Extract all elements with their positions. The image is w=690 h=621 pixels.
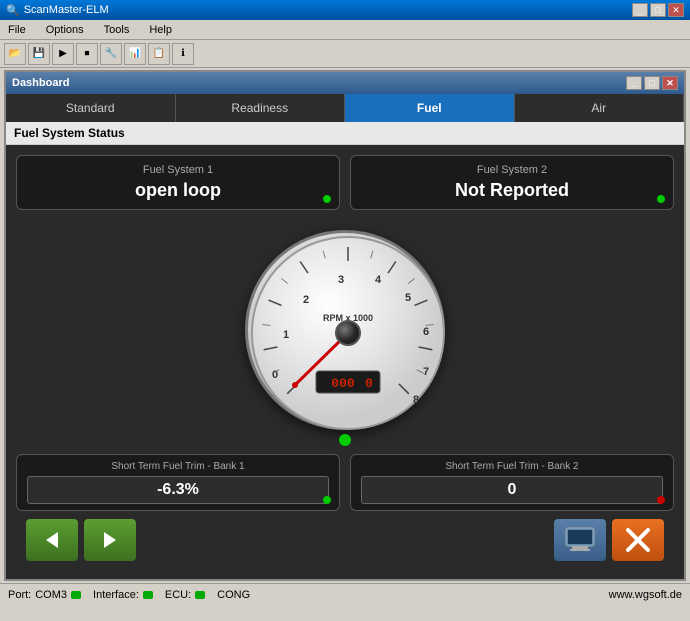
ecu-label: ECU:	[165, 589, 191, 601]
nav-buttons	[26, 519, 136, 561]
gauge-needle-tip	[292, 382, 298, 388]
main-content: Fuel System 1 open loop Fuel System 2 No…	[6, 145, 684, 579]
trim-row: Short Term Fuel Trim - Bank 1 -6.3% Shor…	[16, 454, 674, 511]
action-buttons	[554, 519, 664, 561]
title-bar: 🔍 ScanMaster-ELM _ □ ✕	[0, 0, 690, 20]
trim-bank1-label: Short Term Fuel Trim - Bank 1	[27, 461, 329, 472]
fuel-system-2-value: Not Reported	[363, 180, 661, 201]
dashboard-window: Dashboard _ □ ✕ Standard Readiness Fuel …	[4, 70, 686, 581]
title-bar-buttons: _ □ ✕	[632, 3, 684, 17]
digital-display-text: 000	[331, 376, 355, 391]
trim-bank1-inner: -6.3%	[27, 476, 329, 504]
dash-minimize-btn[interactable]: _	[626, 76, 642, 90]
fuel-system-1-box: Fuel System 1 open loop	[16, 155, 340, 210]
menu-tools[interactable]: Tools	[100, 24, 134, 36]
fuel-system-2-box: Fuel System 2 Not Reported	[350, 155, 674, 210]
app-icon: 🔍	[6, 4, 20, 17]
dashboard-title: Dashboard	[12, 77, 69, 89]
forward-button[interactable]	[84, 519, 136, 561]
status-left: Port: COM3 Interface: ECU: CONG	[8, 589, 250, 601]
gauge-num-4: 4	[375, 274, 382, 286]
tab-standard[interactable]: Standard	[6, 94, 176, 122]
status-ecu: ECU:	[165, 589, 205, 601]
monitor-icon	[564, 526, 596, 554]
gauge-circle: RPM x 1000 0 1 2 3 4 5 6 7 8	[245, 230, 445, 430]
toolbar: 📂 💾 ▶ ⏹ 🔧 📊 📋 ℹ	[0, 40, 690, 68]
gauge-num-5: 5	[405, 292, 411, 304]
exit-button[interactable]	[612, 519, 664, 561]
gauge-svg: RPM x 1000 0 1 2 3 4 5 6 7 8	[248, 233, 448, 433]
port-indicator	[71, 591, 81, 599]
cong-text: CONG	[217, 589, 250, 601]
back-button[interactable]	[26, 519, 78, 561]
toolbar-btn-5[interactable]: 🔧	[100, 43, 122, 65]
digital-display-zero: 0	[365, 376, 373, 391]
close-x-icon	[624, 526, 652, 554]
trim-bank2-box: Short Term Fuel Trim - Bank 2 0	[350, 454, 674, 511]
fuel-system-2-indicator	[657, 195, 665, 203]
monitor-button[interactable]	[554, 519, 606, 561]
app-title: ScanMaster-ELM	[24, 4, 109, 16]
toolbar-btn-4[interactable]: ⏹	[76, 43, 98, 65]
interface-indicator	[143, 591, 153, 599]
minimize-button[interactable]: _	[632, 3, 648, 17]
toolbar-btn-8[interactable]: ℹ	[172, 43, 194, 65]
menu-file[interactable]: File	[4, 24, 30, 36]
gauge-num-7: 7	[423, 366, 429, 378]
interface-label: Interface:	[93, 589, 139, 601]
gauge-num-1: 1	[283, 329, 289, 341]
port-value: COM3	[35, 589, 67, 601]
toolbar-btn-3[interactable]: ▶	[52, 43, 74, 65]
trim-bank1-indicator	[323, 496, 331, 504]
fuel-system-2-label: Fuel System 2	[363, 164, 661, 176]
gauge-num-2: 2	[303, 294, 309, 306]
bottom-bar	[16, 511, 674, 569]
menu-help[interactable]: Help	[145, 24, 176, 36]
tab-readiness[interactable]: Readiness	[176, 94, 346, 122]
dashboard-titlebar: Dashboard _ □ ✕	[6, 72, 684, 94]
fuel-system-1-label: Fuel System 1	[29, 164, 327, 176]
forward-arrow-icon	[98, 528, 122, 552]
dash-tb-buttons: _ □ ✕	[626, 76, 678, 90]
port-label: Port:	[8, 589, 31, 601]
section-header-text: Fuel System Status	[14, 126, 125, 140]
maximize-button[interactable]: □	[650, 3, 666, 17]
status-bar: Port: COM3 Interface: ECU: CONG www.wgso…	[0, 583, 690, 605]
gauge-area: RPM x 1000 0 1 2 3 4 5 6 7 8	[16, 220, 674, 440]
trim-bank2-label: Short Term Fuel Trim - Bank 2	[361, 461, 663, 472]
trim-bank2-inner: 0	[361, 476, 663, 504]
menu-bar: File Options Tools Help	[0, 20, 690, 40]
trim-bank2-value: 0	[370, 481, 654, 499]
rpm-gauge: RPM x 1000 0 1 2 3 4 5 6 7 8	[245, 230, 445, 430]
trim-bank1-box: Short Term Fuel Trim - Bank 1 -6.3%	[16, 454, 340, 511]
section-header: Fuel System Status	[6, 122, 684, 145]
gauge-green-indicator	[339, 434, 351, 446]
status-port: Port: COM3	[8, 589, 81, 601]
ecu-indicator	[195, 591, 205, 599]
toolbar-btn-2[interactable]: 💾	[28, 43, 50, 65]
menu-options[interactable]: Options	[42, 24, 88, 36]
toolbar-btn-1[interactable]: 📂	[4, 43, 26, 65]
tab-fuel[interactable]: Fuel	[345, 94, 515, 122]
tab-bar: Standard Readiness Fuel Air	[6, 94, 684, 122]
gauge-num-8: 8	[413, 394, 419, 406]
toolbar-btn-7[interactable]: 📋	[148, 43, 170, 65]
toolbar-btn-6[interactable]: 📊	[124, 43, 146, 65]
close-button[interactable]: ✕	[668, 3, 684, 17]
trim-bank1-value: -6.3%	[36, 481, 320, 499]
trim-bank2-indicator	[657, 496, 665, 504]
dash-maximize-btn[interactable]: □	[644, 76, 660, 90]
fuel-system-1-indicator	[323, 195, 331, 203]
center-knob	[336, 321, 360, 345]
gauge-num-3: 3	[338, 274, 344, 286]
fuel-system-1-value: open loop	[29, 180, 327, 201]
tab-air[interactable]: Air	[515, 94, 685, 122]
gauge-num-6: 6	[423, 326, 429, 338]
website-text: www.wgsoft.de	[609, 589, 682, 601]
dash-close-btn[interactable]: ✕	[662, 76, 678, 90]
status-interface: Interface:	[93, 589, 153, 601]
back-arrow-icon	[40, 528, 64, 552]
fuel-status-row: Fuel System 1 open loop Fuel System 2 No…	[16, 155, 674, 210]
